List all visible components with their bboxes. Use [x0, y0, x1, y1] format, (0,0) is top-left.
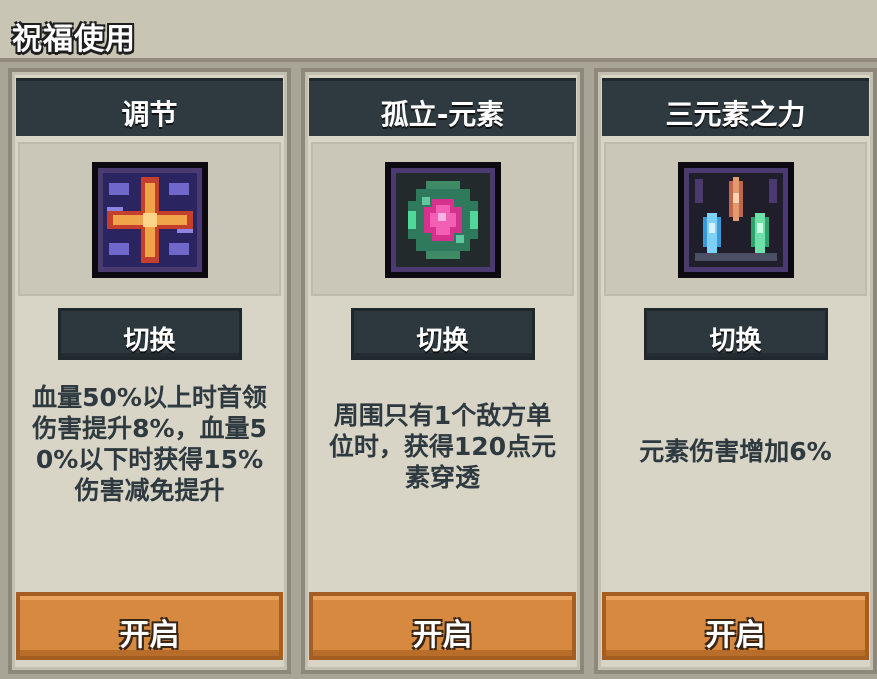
title-bar: 祝福使用	[0, 0, 877, 62]
pink-green-gem-icon	[384, 162, 501, 278]
blessing-description: 血量50%以上时首领 伤害提升8%，血量5 0%以下时获得15% 伤害减免提升	[16, 382, 283, 506]
description-line: 血量50%以上时首领	[32, 383, 267, 412]
description-line: 位时，获得120点元	[328, 432, 557, 461]
icon-panel	[18, 142, 281, 296]
open-button[interactable]: 开启	[602, 592, 869, 660]
blessing-description: 元素伤害增加6%	[602, 436, 869, 467]
three-element-crystals-icon	[677, 162, 794, 278]
card-header: 调节	[16, 78, 283, 136]
card-title: 孤立-元素	[380, 98, 505, 131]
blessing-card-tiaojie: 调节 切换 血量50%以上时首领 伤害提升8%，血量5 0%以下时获得15% 伤…	[8, 68, 291, 674]
open-button[interactable]: 开启	[309, 592, 576, 660]
switch-button[interactable]: 切换	[57, 308, 242, 360]
switch-label: 切换	[123, 326, 176, 356]
description-line: 元素伤害增加6%	[639, 437, 832, 466]
description-line: 0%以下时获得15%	[35, 445, 264, 474]
switch-label: 切换	[709, 326, 762, 356]
icon-panel	[604, 142, 867, 296]
open-button[interactable]: 开启	[16, 592, 283, 660]
open-label: 开启	[119, 618, 180, 653]
open-label: 开启	[705, 618, 766, 653]
description-line: 伤害提升8%，血量5	[32, 414, 267, 443]
switch-label: 切换	[416, 326, 469, 356]
blessing-description: 周围只有1个敌方单 位时，获得120点元 素穿透	[309, 400, 576, 493]
open-label: 开启	[412, 618, 473, 653]
description-line: 伤害减免提升	[74, 476, 225, 505]
card-title: 调节	[121, 98, 178, 131]
card-header: 孤立-元素	[309, 78, 576, 136]
blessing-card-guli-yuansu: 孤立-元素 切换 周围只有1个敌方单 位时，获得120点元 素穿透 开启	[301, 68, 584, 674]
page-title: 祝福使用	[12, 22, 136, 57]
description-line: 素穿透	[404, 463, 480, 492]
description-line: 周围只有1个敌方单	[333, 401, 552, 430]
switch-button[interactable]: 切换	[350, 308, 535, 360]
icon-panel	[311, 142, 574, 296]
card-header: 三元素之力	[602, 78, 869, 136]
orange-cross-rune-icon	[91, 162, 208, 278]
blessing-card-sanyuansu: 三元素之力 切换 元素伤害增加6% 开启	[594, 68, 877, 674]
switch-button[interactable]: 切换	[643, 308, 828, 360]
card-title: 三元素之力	[665, 98, 806, 131]
